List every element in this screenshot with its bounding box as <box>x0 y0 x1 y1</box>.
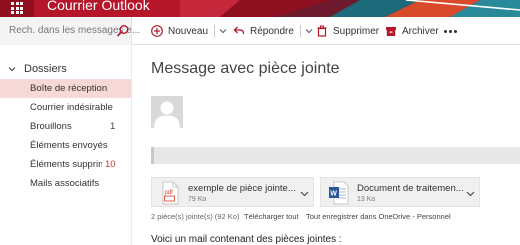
attachment-size: 13 Ko <box>357 196 376 203</box>
folder-item-junk[interactable]: Courrier indésirable <box>0 98 131 117</box>
waffle-icon <box>11 2 23 14</box>
folder-label: Éléments envoyés <box>30 140 108 151</box>
reply-icon <box>233 26 245 35</box>
trash-icon <box>317 25 327 37</box>
search-box[interactable]: Rech. dans les messages e... <box>0 17 140 45</box>
app-title[interactable]: Courrier Outlook <box>47 0 150 13</box>
download-all-link[interactable]: Télécharger tout <box>244 212 299 221</box>
chevron-down-icon[interactable] <box>219 27 227 35</box>
delete-button-label: Supprimer <box>333 25 380 37</box>
command-bar: Rech. dans les messages e... Nouveau Rép… <box>0 17 520 45</box>
folder-label: Boîte de réception <box>30 83 108 94</box>
avatar[interactable] <box>151 96 183 128</box>
person-icon <box>154 101 180 128</box>
save-to-onedrive-link[interactable]: Tout enregistrer dans OneDrive - Personn… <box>306 212 451 221</box>
word-file-icon: W <box>329 181 349 205</box>
archive-icon <box>386 27 396 36</box>
attachment-card[interactable]: pdf exemple de pièce jointe... 79 Ko <box>151 177 314 207</box>
attachments-summary: 2 pièce(s) jointe(s) (92 Ko) <box>151 212 240 221</box>
svg-text:W: W <box>330 191 337 198</box>
folder-count: 10 <box>105 159 116 170</box>
plus-icon <box>151 25 163 37</box>
header-decoration <box>180 0 520 17</box>
folder-item-sent[interactable]: Éléments envoyés <box>0 136 131 155</box>
more-actions-button[interactable] <box>444 17 457 45</box>
reply-button[interactable]: Répondre <box>233 17 313 45</box>
attachment-name: Document de traitemen... <box>357 183 464 194</box>
attachment-card[interactable]: W Document de traitemen... 13 Ko <box>320 177 480 207</box>
folder-item-inbox[interactable]: Boîte de réception <box>0 79 131 98</box>
message-header-bar <box>151 147 520 164</box>
folders-heading: Dossiers <box>24 63 67 75</box>
message-body: Voici un mail contenant des pièces joint… <box>151 234 342 245</box>
app-launcher-button[interactable] <box>0 0 34 17</box>
attachment-name: exemple de pièce jointe... <box>188 183 296 194</box>
message-subject: Message avec pièce jointe <box>151 60 340 77</box>
folder-label: Courrier indésirable <box>30 102 113 113</box>
app-header: Courrier Outlook <box>0 0 520 17</box>
folder-pane: Dossiers Boîte de réception Courrier ind… <box>0 46 132 245</box>
folder-item-deleted[interactable]: Éléments supprimé 10 <box>0 155 131 174</box>
folders-header[interactable]: Dossiers <box>8 63 67 75</box>
new-button-label: Nouveau <box>168 25 209 37</box>
svg-text:pdf: pdf <box>165 190 174 196</box>
reply-button-label: Répondre <box>250 25 294 37</box>
chevron-down-icon[interactable] <box>305 27 313 35</box>
chevron-down-icon[interactable] <box>300 189 309 198</box>
folder-count: 1 <box>110 121 116 132</box>
delete-button[interactable]: Supprimer <box>316 17 379 45</box>
folder-label: Mails associatifs <box>30 178 100 189</box>
pdf-file-icon: pdf <box>162 181 179 205</box>
chevron-down-icon[interactable] <box>466 189 475 198</box>
folder-item-associations[interactable]: Mails associatifs <box>0 174 131 193</box>
search-icon[interactable] <box>116 24 130 38</box>
ellipsis-icon <box>444 29 457 33</box>
folder-label: Brouillons <box>30 121 72 132</box>
chevron-down-icon[interactable] <box>8 65 16 73</box>
folder-label: Éléments supprimé <box>30 159 102 170</box>
archive-button-label: Archiver <box>402 25 439 37</box>
folder-item-drafts[interactable]: Brouillons 1 <box>0 117 131 136</box>
new-button[interactable]: Nouveau <box>151 17 227 45</box>
attachment-size: 79 Ko <box>188 196 207 203</box>
archive-button[interactable]: Archiver <box>385 17 439 45</box>
